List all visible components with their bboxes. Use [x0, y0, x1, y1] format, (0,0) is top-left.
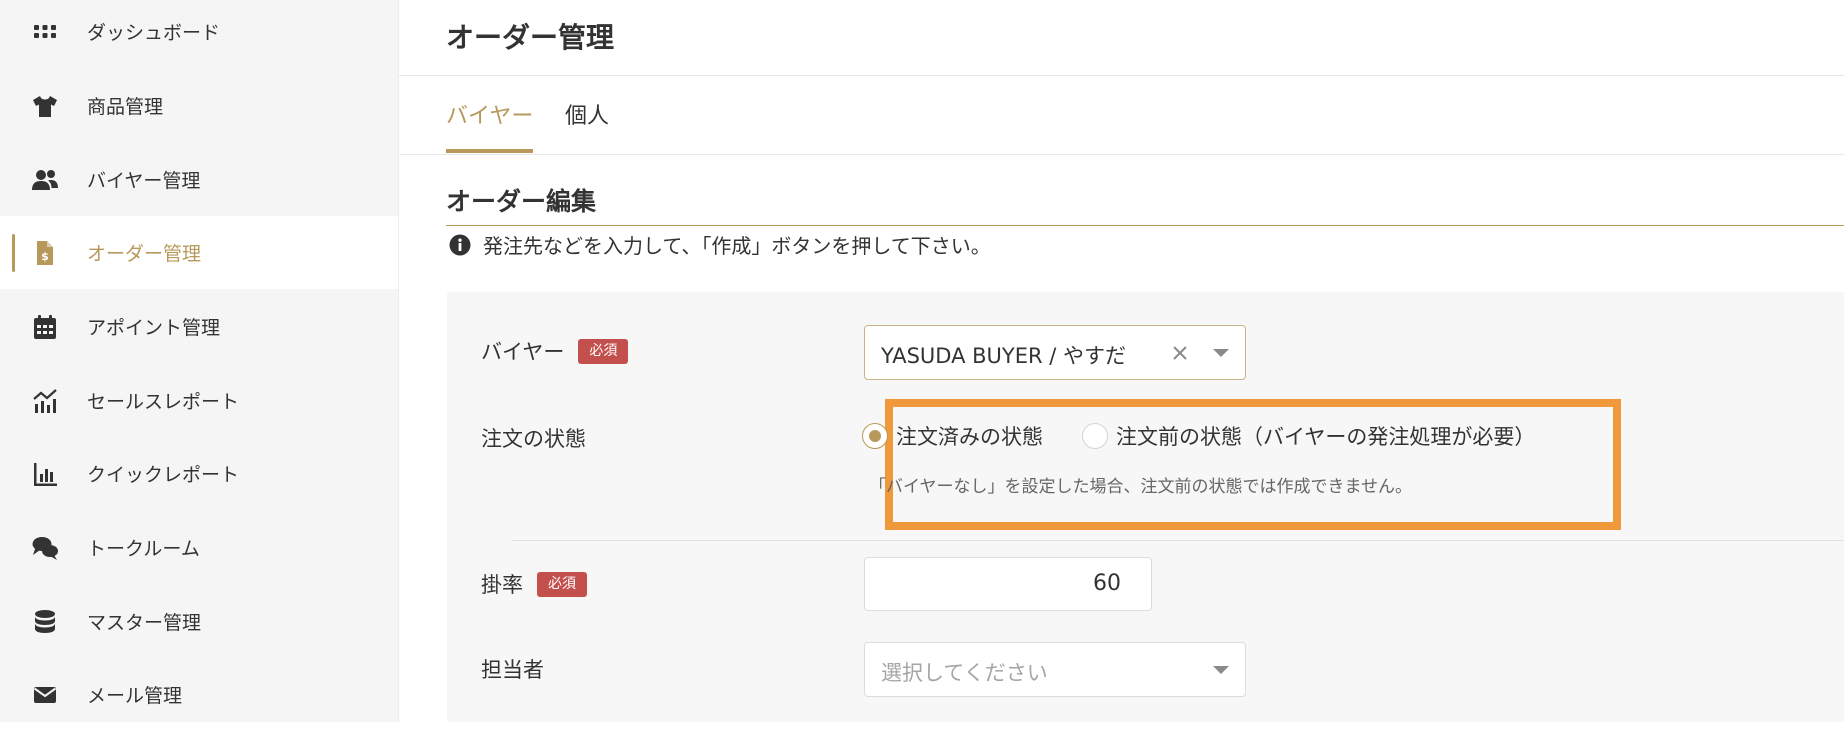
sidebar-item-mail[interactable]: メール管理 [0, 658, 398, 731]
invoice-icon: $ [30, 238, 60, 268]
buyer-label-text: バイヤー [481, 340, 565, 364]
calendar-icon [30, 312, 60, 342]
users-icon [30, 165, 60, 195]
sidebar-item-label: バイヤー管理 [87, 170, 201, 192]
order-status-hint: 「バイヤーなし」を設定した場合、注文前の状態では作成できません。 [869, 477, 1412, 497]
tab-individual[interactable]: 個人 [565, 98, 609, 130]
tab-buyer[interactable]: バイヤー [446, 98, 533, 130]
page-title: オーダー管理 [446, 21, 615, 54]
form-divider [512, 540, 1844, 541]
buyer-select[interactable]: YASUDA BUYER / やすだ [864, 325, 1246, 380]
chart-line-icon [30, 386, 60, 416]
info-icon [449, 234, 471, 255]
svg-text:$: $ [41, 250, 49, 263]
sidebar-item-quick-report[interactable]: クイックレポート [0, 437, 398, 510]
order-status-label: 注文の状態 [481, 423, 586, 453]
main-content: オーダー管理 バイヤー 個人 オーダー編集 発注先などを入力して、「作成」ボタン… [399, 0, 1844, 722]
tab-active-indicator [446, 149, 533, 153]
required-badge: 必須 [578, 338, 629, 364]
sidebar-item-label: ダッシュボード [87, 22, 221, 44]
envelope-icon [30, 680, 60, 710]
sidebar-item-label: マスター管理 [87, 612, 202, 634]
sidebar-item-orders[interactable]: $ オーダー管理 [0, 216, 398, 289]
radio-ordered[interactable]: 注文済みの状態 [862, 421, 1043, 451]
sidebar-item-dashboard[interactable]: ダッシュボード [0, 0, 398, 68]
sidebar-item-label: 商品管理 [87, 96, 164, 118]
staff-label: 担当者 [481, 654, 544, 684]
sidebar-item-label: オーダー管理 [87, 243, 202, 265]
section-divider [446, 225, 1844, 226]
header-divider [399, 75, 1844, 76]
highlight-annotation [885, 399, 1621, 530]
staff-select-placeholder: 選択してください [881, 661, 1048, 685]
rate-label-text: 掛率 [481, 573, 523, 597]
buyer-select-value: YASUDA BUYER / やすだ [881, 344, 1126, 368]
order-form: バイヤー 必須 YASUDA BUYER / やすだ 注文の状態 注文済みの状態… [447, 292, 1844, 722]
rate-label: 掛率 必須 [481, 569, 587, 599]
sidebar-item-sales-report[interactable]: セールスレポート [0, 364, 398, 437]
radio-ordered-label: 注文済みの状態 [896, 425, 1043, 449]
info-text: 発注先などを入力して、「作成」ボタンを押して下さい。 [483, 234, 991, 258]
sidebar-item-label: トークルーム [87, 538, 200, 560]
sidebar-item-label: メール管理 [87, 685, 183, 707]
comments-icon [30, 533, 60, 563]
tabs-divider [399, 154, 1844, 155]
chevron-down-icon [1213, 666, 1229, 674]
sidebar-item-buyers[interactable]: バイヤー管理 [0, 143, 398, 216]
chevron-down-icon [1213, 349, 1229, 357]
sidebar-item-master[interactable]: マスター管理 [0, 585, 398, 658]
required-badge: 必須 [537, 571, 587, 597]
radio-unchecked-icon[interactable] [1082, 423, 1108, 449]
clear-icon[interactable] [1171, 344, 1189, 362]
radio-checked-icon[interactable] [862, 423, 888, 449]
radio-before-order-label: 注文前の状態（バイヤーの発注処理が必要） [1116, 425, 1536, 449]
tshirt-icon [30, 91, 60, 121]
sidebar-item-talk-room[interactable]: トークルーム [0, 511, 398, 584]
sidebar-item-label: アポイント管理 [87, 317, 221, 339]
database-icon [30, 607, 60, 637]
staff-select[interactable]: 選択してください [864, 642, 1246, 697]
radio-before-order[interactable]: 注文前の状態（バイヤーの発注処理が必要） [1082, 421, 1535, 451]
buyer-label: バイヤー 必須 [481, 336, 629, 366]
grid-icon [30, 17, 60, 47]
section-title: オーダー編集 [446, 187, 597, 216]
order-status-label-text: 注文の状態 [481, 427, 586, 451]
info-message: 発注先などを入力して、「作成」ボタンを押して下さい。 [449, 230, 991, 259]
sidebar: ダッシュボード 商品管理 バイヤー管理 $ オーダー管理 アポイント管理 セール… [0, 0, 399, 722]
sidebar-item-label: セールスレポート [87, 391, 240, 413]
staff-label-text: 担当者 [481, 658, 544, 682]
sidebar-item-label: クイックレポート [87, 464, 240, 486]
sidebar-item-appointments[interactable]: アポイント管理 [0, 290, 398, 363]
sidebar-item-products[interactable]: 商品管理 [0, 69, 398, 142]
chart-bar-icon [30, 459, 60, 489]
rate-input[interactable]: 60 [864, 557, 1152, 611]
